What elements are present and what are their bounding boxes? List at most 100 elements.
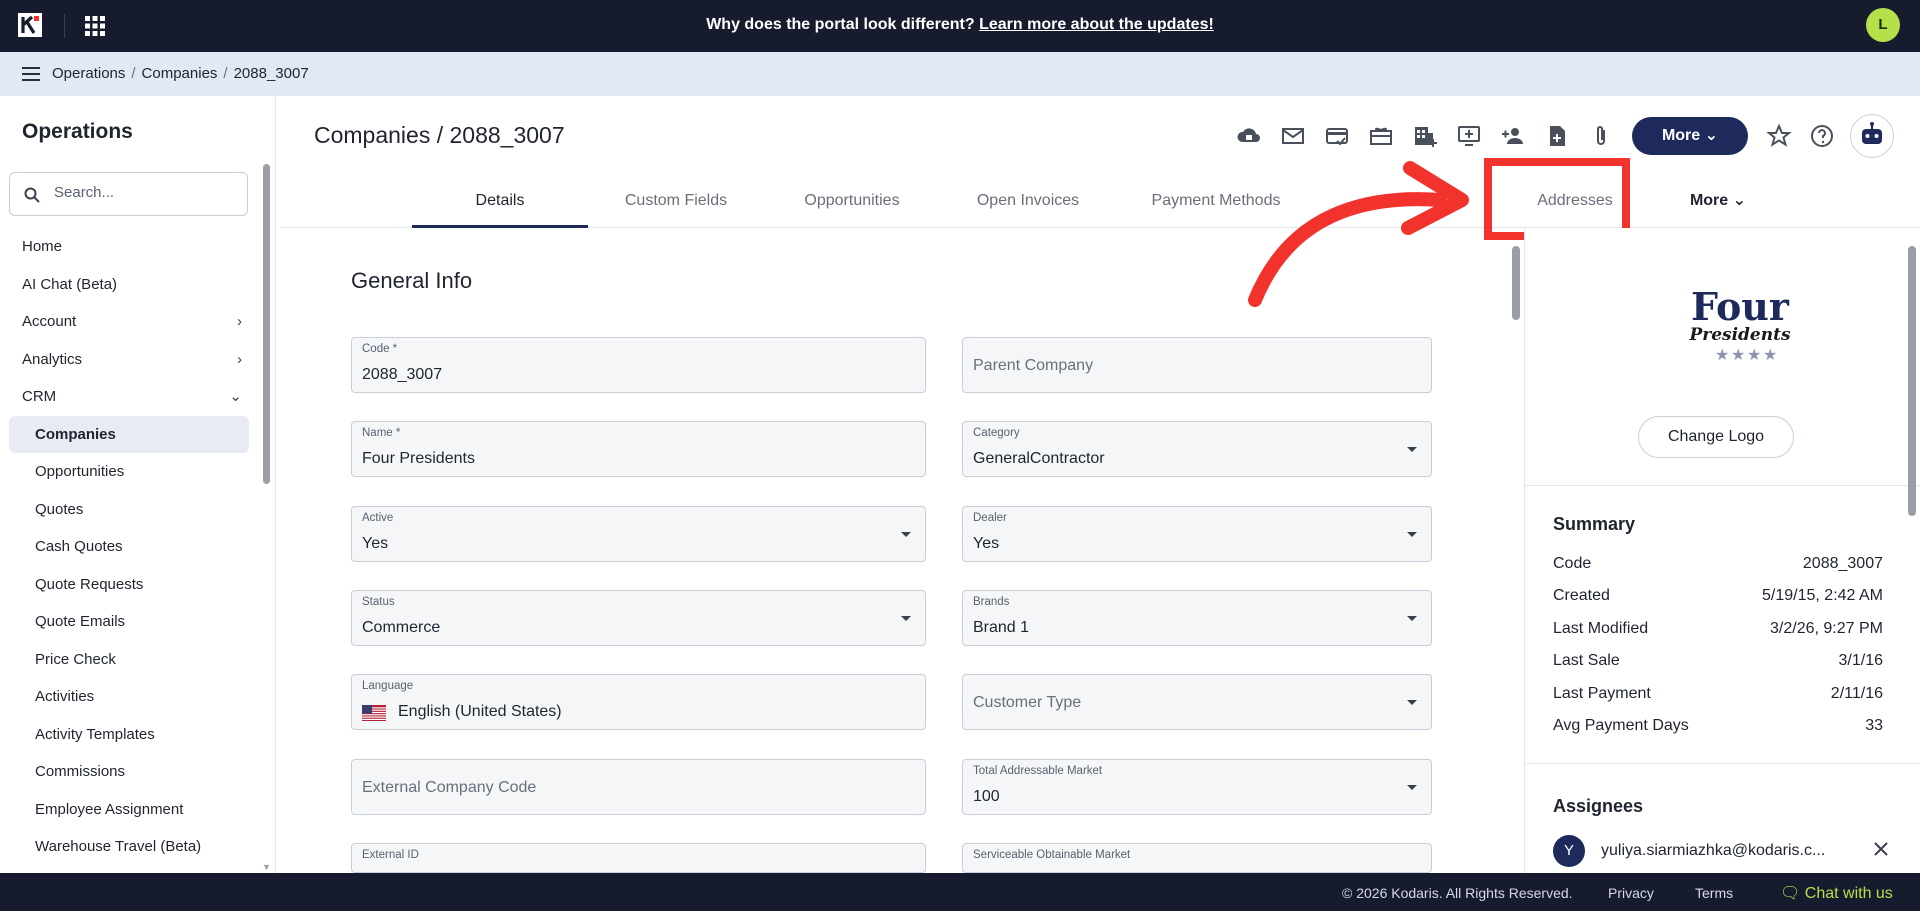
tab-open-invoices[interactable]: Open Invoices (940, 186, 1116, 228)
external-id-field[interactable]: External ID 30277 (351, 843, 926, 873)
bot-button[interactable] (1850, 114, 1894, 158)
language-select[interactable]: Language English (United States) (351, 674, 926, 730)
more-button[interactable]: More ⌄ (1632, 117, 1748, 155)
svg-text:Four: Four (1691, 288, 1790, 329)
footer: © 2026 Kodaris. All Rights Reserved. Pri… (0, 873, 1920, 911)
active-select[interactable]: Active Yes (351, 506, 926, 562)
sidebar-item-warehouse-travel[interactable]: Warehouse Travel (Beta) (0, 828, 258, 866)
sidebar-item-quote-emails[interactable]: Quote Emails (0, 603, 258, 641)
summary-row-created: Created 5/19/15, 2:42 AM (1553, 587, 1883, 604)
sidebar-item-analytics[interactable]: Analytics › (0, 341, 258, 379)
card-check-icon[interactable] (1323, 122, 1351, 150)
gift-card-icon[interactable] (1367, 122, 1395, 150)
chevron-down-icon: ⌄ (229, 388, 242, 405)
tam-select[interactable]: Total Addressable Market 100 (962, 759, 1432, 815)
search-input[interactable] (54, 184, 234, 201)
svg-text:★: ★ (1747, 347, 1761, 364)
sidebar-item-quote-requests[interactable]: Quote Requests (0, 566, 258, 604)
banner-link[interactable]: Learn more about the updates! (979, 16, 1214, 33)
hamburger-menu-icon[interactable] (22, 67, 40, 81)
help-icon[interactable] (1808, 122, 1836, 150)
brands-select[interactable]: Brands Brand 1 (962, 590, 1432, 646)
mail-icon[interactable] (1279, 122, 1307, 150)
chat-with-us-button[interactable]: 🗨 Chat with us (1780, 883, 1893, 903)
update-banner: Why does the portal look different? Lear… (0, 16, 1920, 34)
screen-add-icon[interactable] (1455, 122, 1483, 150)
dropdown-caret-icon (1407, 616, 1417, 621)
change-logo-button[interactable]: Change Logo (1638, 416, 1794, 458)
main-scrollbar[interactable] (1512, 246, 1520, 320)
search-icon (24, 187, 40, 203)
svg-text:★: ★ (1731, 347, 1745, 364)
dropdown-caret-icon (1407, 447, 1417, 452)
sidebar-search[interactable] (9, 172, 248, 216)
chevron-down-icon: ⌄ (1704, 127, 1719, 144)
sidebar-item-cash-quotes[interactable]: Cash Quotes (0, 528, 258, 566)
sidebar-item-companies[interactable]: Companies (9, 415, 249, 453)
tab-opportunities[interactable]: Opportunities (764, 186, 940, 228)
assignee-email[interactable]: yuliya.siarmiazhka@kodaris.c... (1601, 842, 1825, 860)
sidebar-item-activities[interactable]: Activities (0, 678, 258, 716)
customer-type-select[interactable]: Customer Type (962, 674, 1432, 730)
sidebar-item-opportunities[interactable]: Opportunities (0, 453, 258, 491)
external-company-code-field[interactable]: External Company Code (351, 759, 926, 815)
dropdown-caret-icon (1407, 700, 1417, 705)
tab-custom-fields[interactable]: Custom Fields (588, 186, 764, 228)
sidebar-item-activity-templates[interactable]: Activity Templates (0, 716, 258, 754)
copyright-text: © 2026 Kodaris. All Rights Reserved. (1342, 885, 1573, 901)
user-avatar[interactable]: L (1866, 8, 1900, 42)
file-add-icon[interactable] (1543, 122, 1571, 150)
breadcrumb-current: 2088_3007 (233, 65, 309, 82)
sidebar-item-quotes[interactable]: Quotes (0, 491, 258, 529)
dealer-select[interactable]: Dealer Yes (962, 506, 1432, 562)
privacy-link[interactable]: Privacy (1608, 885, 1654, 901)
status-select[interactable]: Status Commerce (351, 590, 926, 646)
svg-text:★: ★ (1763, 347, 1777, 364)
sidebar-item-ai-chat[interactable]: AI Chat (Beta) (0, 266, 258, 304)
tab-details[interactable]: Details (412, 186, 588, 228)
sidebar-item-price-check[interactable]: Price Check (0, 641, 258, 679)
sidebar-item-account[interactable]: Account › (0, 303, 258, 341)
summary-row-avg-payment-days: Avg Payment Days 33 (1553, 717, 1883, 734)
assignees-title: Assignees (1553, 796, 1644, 816)
name-field[interactable]: Name * Four Presidents (351, 421, 926, 477)
breadcrumb-operations[interactable]: Operations (52, 65, 125, 82)
chevron-right-icon: › (237, 350, 242, 368)
us-flag-icon (362, 705, 386, 721)
section-title: General Info (351, 268, 473, 293)
scroll-down-arrow-icon[interactable]: ▼ (262, 862, 272, 872)
parent-company-field[interactable]: Parent Company (962, 337, 1432, 393)
dropdown-caret-icon (901, 616, 911, 621)
star-icon[interactable] (1765, 122, 1793, 150)
category-select[interactable]: Category GeneralContractor (962, 421, 1432, 477)
cloud-lock-icon[interactable] (1235, 122, 1263, 150)
tab-more[interactable]: More ⌄ (1648, 186, 1788, 228)
dropdown-caret-icon (1407, 785, 1417, 790)
sidebar-item-home[interactable]: Home (0, 228, 258, 266)
summary-title: Summary (1553, 514, 1636, 534)
paperclip-icon[interactable] (1587, 122, 1615, 150)
sidebar-item-crm[interactable]: CRM ⌄ (0, 378, 258, 416)
close-icon[interactable] (1869, 837, 1893, 861)
terms-link[interactable]: Terms (1695, 885, 1733, 901)
person-add-icon[interactable] (1499, 122, 1527, 150)
panel-scrollbar[interactable] (1908, 246, 1916, 516)
bot-icon (1862, 122, 1882, 144)
summary-row-last-sale: Last Sale 3/1/16 (1553, 652, 1883, 669)
company-logo: Four Presidents ★ ★ ★ ★ (1688, 288, 1790, 364)
sidebar-item-employee-assignment[interactable]: Employee Assignment (0, 791, 258, 829)
divider (1525, 763, 1920, 764)
top-bar: Why does the portal look different? Lear… (0, 0, 1920, 52)
dropdown-caret-icon (1407, 532, 1417, 537)
chevron-right-icon: › (237, 313, 242, 330)
breadcrumb-companies[interactable]: Companies (142, 65, 218, 82)
sidebar-scrollbar[interactable] (262, 152, 270, 484)
svg-text:Presidents: Presidents (1688, 325, 1790, 345)
som-select[interactable]: Serviceable Obtainable Market 10 (962, 843, 1432, 873)
breadcrumb: Operations / Companies/2088_3007 (52, 65, 309, 82)
sidebar: Operations Home AI Chat (Beta) Account› … (0, 96, 276, 873)
sidebar-item-commissions[interactable]: Commissions (0, 753, 258, 791)
summary-row-last-modified: Last Modified 3/2/26, 9:27 PM (1553, 620, 1883, 637)
code-field[interactable]: Code * 2088_3007 (351, 337, 926, 393)
building-add-icon[interactable] (1411, 122, 1439, 150)
